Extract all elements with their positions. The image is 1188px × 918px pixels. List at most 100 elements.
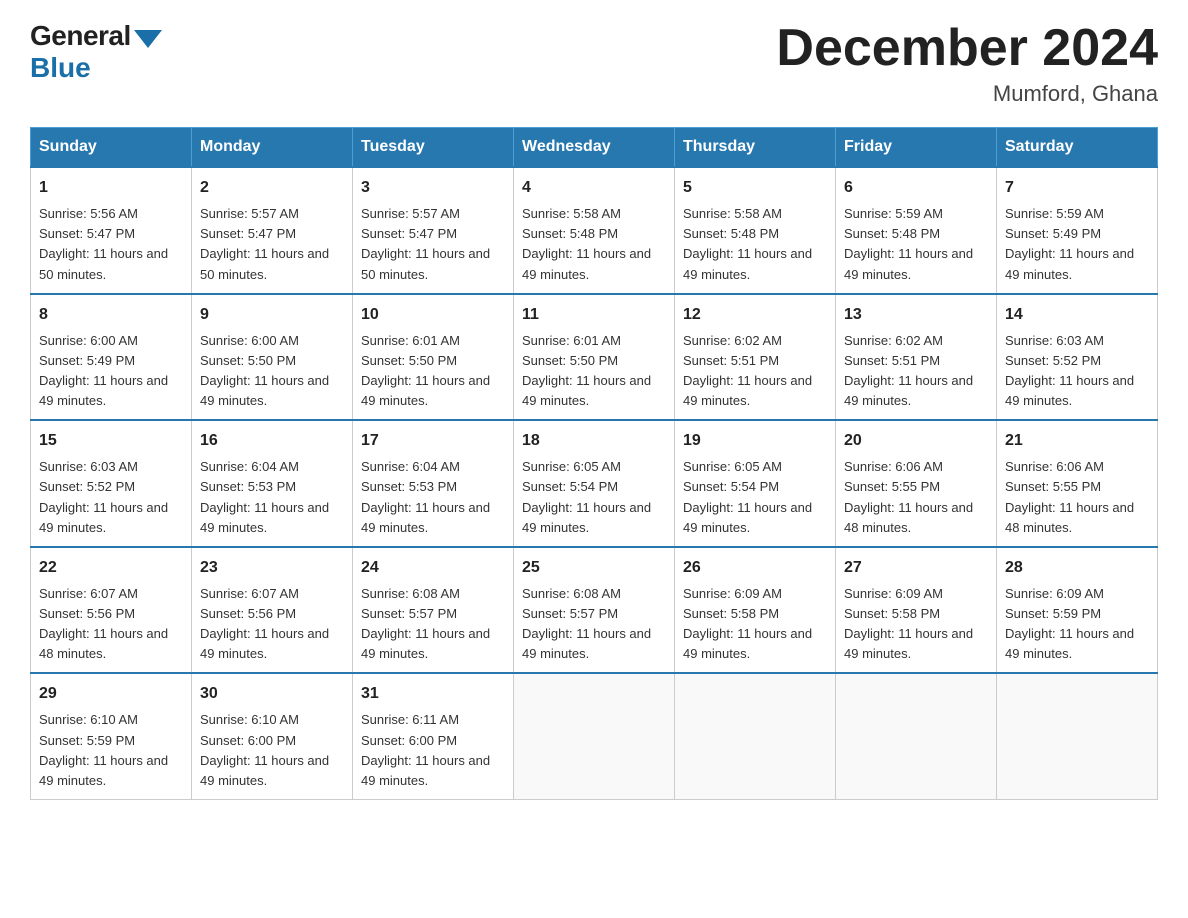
table-row: 31 Sunrise: 6:11 AMSunset: 6:00 PMDaylig… [353, 673, 514, 799]
day-number: 2 [200, 176, 344, 200]
table-row [997, 673, 1158, 799]
table-row: 1 Sunrise: 5:56 AMSunset: 5:47 PMDayligh… [31, 167, 192, 294]
day-info: Sunrise: 6:04 AMSunset: 5:53 PMDaylight:… [200, 459, 329, 534]
day-info: Sunrise: 6:11 AMSunset: 6:00 PMDaylight:… [361, 712, 490, 787]
table-row [514, 673, 675, 799]
table-row: 23 Sunrise: 6:07 AMSunset: 5:56 PMDaylig… [192, 547, 353, 674]
day-info: Sunrise: 6:09 AMSunset: 5:58 PMDaylight:… [683, 586, 812, 661]
day-info: Sunrise: 5:57 AMSunset: 5:47 PMDaylight:… [361, 206, 490, 281]
day-number: 5 [683, 176, 827, 200]
table-row: 4 Sunrise: 5:58 AMSunset: 5:48 PMDayligh… [514, 167, 675, 294]
day-number: 24 [361, 556, 505, 580]
day-number: 4 [522, 176, 666, 200]
day-number: 19 [683, 429, 827, 453]
table-row: 2 Sunrise: 5:57 AMSunset: 5:47 PMDayligh… [192, 167, 353, 294]
day-info: Sunrise: 6:07 AMSunset: 5:56 PMDaylight:… [200, 586, 329, 661]
table-row: 15 Sunrise: 6:03 AMSunset: 5:52 PMDaylig… [31, 420, 192, 547]
header-friday: Friday [836, 128, 997, 168]
day-info: Sunrise: 5:59 AMSunset: 5:49 PMDaylight:… [1005, 206, 1134, 281]
table-row: 3 Sunrise: 5:57 AMSunset: 5:47 PMDayligh… [353, 167, 514, 294]
calendar-week-row: 22 Sunrise: 6:07 AMSunset: 5:56 PMDaylig… [31, 547, 1158, 674]
day-number: 11 [522, 303, 666, 327]
day-number: 25 [522, 556, 666, 580]
table-row: 27 Sunrise: 6:09 AMSunset: 5:58 PMDaylig… [836, 547, 997, 674]
day-info: Sunrise: 6:03 AMSunset: 5:52 PMDaylight:… [1005, 333, 1134, 408]
day-number: 15 [39, 429, 183, 453]
table-row: 13 Sunrise: 6:02 AMSunset: 5:51 PMDaylig… [836, 294, 997, 421]
table-row: 10 Sunrise: 6:01 AMSunset: 5:50 PMDaylig… [353, 294, 514, 421]
day-info: Sunrise: 6:00 AMSunset: 5:49 PMDaylight:… [39, 333, 168, 408]
header-monday: Monday [192, 128, 353, 168]
day-number: 21 [1005, 429, 1149, 453]
day-info: Sunrise: 6:05 AMSunset: 5:54 PMDaylight:… [522, 459, 651, 534]
day-number: 17 [361, 429, 505, 453]
day-number: 29 [39, 682, 183, 706]
logo-blue-text: Blue [30, 52, 91, 84]
table-row: 17 Sunrise: 6:04 AMSunset: 5:53 PMDaylig… [353, 420, 514, 547]
day-number: 10 [361, 303, 505, 327]
table-row [836, 673, 997, 799]
day-info: Sunrise: 6:04 AMSunset: 5:53 PMDaylight:… [361, 459, 490, 534]
day-info: Sunrise: 6:02 AMSunset: 5:51 PMDaylight:… [844, 333, 973, 408]
calendar-title: December 2024 [776, 20, 1158, 77]
table-row: 8 Sunrise: 6:00 AMSunset: 5:49 PMDayligh… [31, 294, 192, 421]
day-info: Sunrise: 6:01 AMSunset: 5:50 PMDaylight:… [361, 333, 490, 408]
table-row: 29 Sunrise: 6:10 AMSunset: 5:59 PMDaylig… [31, 673, 192, 799]
day-number: 6 [844, 176, 988, 200]
day-number: 1 [39, 176, 183, 200]
table-row: 21 Sunrise: 6:06 AMSunset: 5:55 PMDaylig… [997, 420, 1158, 547]
day-number: 28 [1005, 556, 1149, 580]
calendar-week-row: 1 Sunrise: 5:56 AMSunset: 5:47 PMDayligh… [31, 167, 1158, 294]
day-number: 20 [844, 429, 988, 453]
logo: General Blue [30, 20, 162, 84]
day-number: 18 [522, 429, 666, 453]
day-info: Sunrise: 5:56 AMSunset: 5:47 PMDaylight:… [39, 206, 168, 281]
day-info: Sunrise: 6:08 AMSunset: 5:57 PMDaylight:… [361, 586, 490, 661]
day-info: Sunrise: 5:59 AMSunset: 5:48 PMDaylight:… [844, 206, 973, 281]
page-header: General Blue December 2024 Mumford, Ghan… [30, 20, 1158, 107]
table-row: 18 Sunrise: 6:05 AMSunset: 5:54 PMDaylig… [514, 420, 675, 547]
day-number: 12 [683, 303, 827, 327]
day-info: Sunrise: 6:08 AMSunset: 5:57 PMDaylight:… [522, 586, 651, 661]
header-tuesday: Tuesday [353, 128, 514, 168]
day-number: 7 [1005, 176, 1149, 200]
table-row: 5 Sunrise: 5:58 AMSunset: 5:48 PMDayligh… [675, 167, 836, 294]
table-row: 30 Sunrise: 6:10 AMSunset: 6:00 PMDaylig… [192, 673, 353, 799]
day-info: Sunrise: 6:07 AMSunset: 5:56 PMDaylight:… [39, 586, 168, 661]
day-number: 26 [683, 556, 827, 580]
day-info: Sunrise: 6:10 AMSunset: 5:59 PMDaylight:… [39, 712, 168, 787]
day-number: 14 [1005, 303, 1149, 327]
header-thursday: Thursday [675, 128, 836, 168]
calendar-table: Sunday Monday Tuesday Wednesday Thursday… [30, 127, 1158, 800]
table-row: 28 Sunrise: 6:09 AMSunset: 5:59 PMDaylig… [997, 547, 1158, 674]
day-info: Sunrise: 5:58 AMSunset: 5:48 PMDaylight:… [683, 206, 812, 281]
table-row: 22 Sunrise: 6:07 AMSunset: 5:56 PMDaylig… [31, 547, 192, 674]
calendar-week-row: 29 Sunrise: 6:10 AMSunset: 5:59 PMDaylig… [31, 673, 1158, 799]
day-number: 8 [39, 303, 183, 327]
table-row: 26 Sunrise: 6:09 AMSunset: 5:58 PMDaylig… [675, 547, 836, 674]
header-sunday: Sunday [31, 128, 192, 168]
calendar-location: Mumford, Ghana [776, 81, 1158, 107]
day-number: 30 [200, 682, 344, 706]
day-info: Sunrise: 6:10 AMSunset: 6:00 PMDaylight:… [200, 712, 329, 787]
day-number: 23 [200, 556, 344, 580]
day-info: Sunrise: 5:57 AMSunset: 5:47 PMDaylight:… [200, 206, 329, 281]
day-info: Sunrise: 6:06 AMSunset: 5:55 PMDaylight:… [844, 459, 973, 534]
day-number: 27 [844, 556, 988, 580]
table-row [675, 673, 836, 799]
calendar-week-row: 15 Sunrise: 6:03 AMSunset: 5:52 PMDaylig… [31, 420, 1158, 547]
logo-arrow-icon [134, 30, 162, 48]
day-info: Sunrise: 6:00 AMSunset: 5:50 PMDaylight:… [200, 333, 329, 408]
table-row: 20 Sunrise: 6:06 AMSunset: 5:55 PMDaylig… [836, 420, 997, 547]
day-info: Sunrise: 6:05 AMSunset: 5:54 PMDaylight:… [683, 459, 812, 534]
day-info: Sunrise: 6:03 AMSunset: 5:52 PMDaylight:… [39, 459, 168, 534]
table-row: 16 Sunrise: 6:04 AMSunset: 5:53 PMDaylig… [192, 420, 353, 547]
table-row: 7 Sunrise: 5:59 AMSunset: 5:49 PMDayligh… [997, 167, 1158, 294]
day-info: Sunrise: 5:58 AMSunset: 5:48 PMDaylight:… [522, 206, 651, 281]
table-row: 12 Sunrise: 6:02 AMSunset: 5:51 PMDaylig… [675, 294, 836, 421]
day-number: 22 [39, 556, 183, 580]
table-row: 19 Sunrise: 6:05 AMSunset: 5:54 PMDaylig… [675, 420, 836, 547]
day-info: Sunrise: 6:02 AMSunset: 5:51 PMDaylight:… [683, 333, 812, 408]
header-wednesday: Wednesday [514, 128, 675, 168]
day-info: Sunrise: 6:01 AMSunset: 5:50 PMDaylight:… [522, 333, 651, 408]
